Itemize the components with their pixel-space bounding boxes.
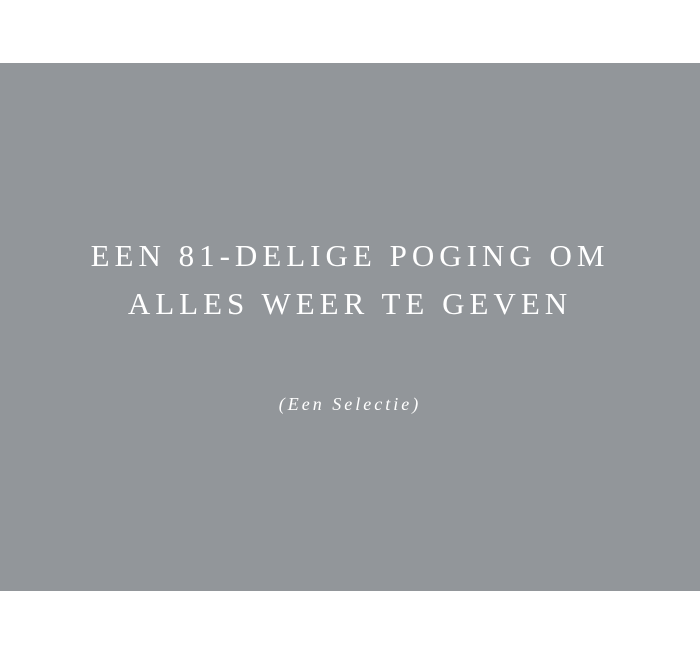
cover-title-line-2: ALLES WEER TE GEVEN [127,286,573,321]
cover-subtitle: (Een Selectie) [278,394,422,414]
cover-title-line-1: EEN 81-DELIGE POGING OM [90,238,610,273]
cover-title: EEN 81-DELIGE POGING OM ALLES WEER TE GE… [0,232,700,328]
page: EEN 81-DELIGE POGING OM ALLES WEER TE GE… [0,0,700,656]
